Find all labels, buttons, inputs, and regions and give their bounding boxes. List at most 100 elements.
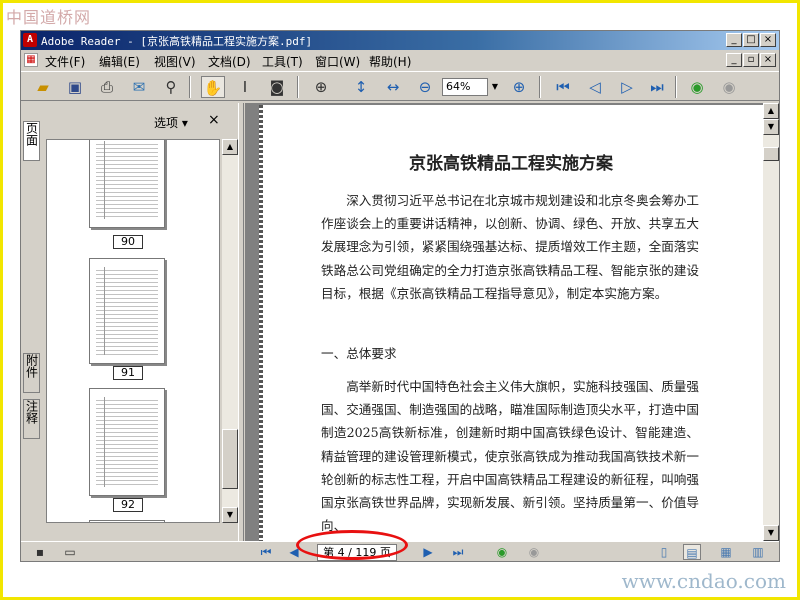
scroll-down-icon[interactable]: ▼ [763,119,779,135]
go-forward-icon[interactable]: ◉ [717,76,741,98]
page-thumbnail-91[interactable] [89,258,165,364]
watermark-bottom: www.cndao.com [621,569,786,593]
continuous-icon[interactable]: ▤ [683,544,701,560]
single-page-icon[interactable]: ▯ [655,544,673,560]
chevron-down-icon: ▾ [181,116,188,130]
facing-icon[interactable]: ▦ [717,544,735,560]
options-label: 选项 [154,116,179,130]
last-page-icon[interactable]: ⏭ [645,76,669,98]
status-bar: ▪ ▭ ⏮ ◀ 第 4 / 119 页 ▶ ⏭ ◉ ◉ ▯ ▤ ▦ ▥ [21,541,779,561]
thumbnail-content [96,141,158,219]
save-icon[interactable]: ▣ [63,76,87,98]
zoom-level-input[interactable]: 64% [442,78,488,96]
section-heading: 一、总体要求 [321,346,397,361]
close-icon[interactable]: × [208,112,220,128]
nav-pane-header: 选项 ▾ × [42,103,238,133]
print-icon[interactable]: ⎙ [95,76,119,98]
first-page-icon[interactable]: ⏮ [551,76,575,98]
adobe-reader-icon: A [23,33,37,47]
menu-file[interactable]: 文件(F) [45,53,85,70]
thumbnail-list[interactable]: 90 91 92 [46,139,220,523]
minimize-button[interactable]: _ [726,33,742,47]
prev-page-icon[interactable]: ◀ [285,544,303,560]
open-folder-icon[interactable]: ▰ [31,76,55,98]
tab-pages-label: 页面 [24,122,39,146]
thumbnail-content [96,267,158,355]
options-dropdown[interactable]: 选项 ▾ [154,114,188,131]
doc-restore-button[interactable]: ▫ [743,53,759,67]
zoom-in-icon[interactable]: ⊕ [309,76,333,98]
tab-pages[interactable]: 页面 [23,121,40,161]
tab-attachments[interactable]: 附件 [23,353,40,393]
fit-page-icon[interactable]: ↕ [349,76,373,98]
menu-edit[interactable]: 编辑(E) [99,53,140,70]
zoom-out-icon[interactable]: ⊖ [413,76,437,98]
window-title: Adobe Reader - [京张高铁精品工程实施方案.pdf] [41,35,313,48]
scroll-down-icon[interactable]: ▼ [763,525,779,541]
document-view[interactable]: 京张高铁精品工程实施方案 深入贯彻习近平总书记在北京城市规划建设和北京冬奥会筹办… [245,103,763,541]
search-binoculars-icon[interactable]: ⚲ [159,76,183,98]
doc-close-button[interactable]: × [760,53,776,67]
title-bar[interactable]: A Adobe Reader - [京张高铁精品工程实施方案.pdf] _ □ … [21,31,779,50]
scrollbar-thumb[interactable] [763,147,779,161]
menu-view[interactable]: 视图(V) [154,53,196,70]
continuous-facing-icon[interactable]: ▥ [749,544,767,560]
close-button[interactable]: × [760,33,776,47]
next-page-icon[interactable]: ▶ [419,544,437,560]
first-page-icon[interactable]: ⏮ [257,544,275,560]
thumbnail-label: 90 [113,235,143,249]
thumbnail-content [104,141,105,219]
pdf-page: 京张高铁精品工程实施方案 深入贯彻习近平总书记在北京城市规划建设和北京冬奥会筹办… [259,105,763,541]
scroll-up-icon[interactable]: ▲ [222,139,238,155]
last-page-icon[interactable]: ⏭ [449,544,467,560]
scrollbar-thumb[interactable] [222,429,238,489]
go-forward-icon[interactable]: ◉ [525,544,543,560]
side-tab-strip: 页面 附件 注释 [21,103,41,541]
select-text-icon[interactable]: Ⅰ [233,76,257,98]
page-thumbnail-93[interactable] [89,520,165,522]
menu-document[interactable]: 文档(D) [208,53,251,70]
toolbar-separator [297,76,299,98]
panel-toggle-icon[interactable]: ▭ [61,544,79,560]
next-page-icon[interactable]: ▷ [615,76,639,98]
email-icon[interactable]: ✉ [127,76,151,98]
tab-comments-label: 注释 [24,400,39,424]
page-thumbnails-pane: 选项 ▾ × 90 91 92 ▲ ▼ [42,103,238,541]
reader-window: A Adobe Reader - [京张高铁精品工程实施方案.pdf] _ □ … [20,30,780,562]
toolbar-separator [675,76,677,98]
maximize-button[interactable]: □ [743,33,759,47]
zoom-in-plus-icon[interactable]: ⊕ [507,76,531,98]
chevron-down-icon[interactable]: ▼ [489,78,501,96]
thumbnail-label: 92 [113,498,143,512]
thumbnail-label: 91 [113,366,143,380]
watermark-top: 中国道桥网 [6,8,92,27]
hand-tool-icon[interactable]: ✋ [201,76,225,98]
snapshot-icon[interactable]: ◙ [265,76,289,98]
document-scrollbar[interactable]: ▲ ▼ ▼ [763,103,779,541]
toolbar-separator [539,76,541,98]
scroll-down-icon[interactable]: ▼ [222,507,238,523]
page-layout-icon[interactable]: ▪ [31,544,49,560]
paragraph-requirements: 高举新时代中国特色社会主义伟大旗帜，实施科技强国、质量强国、交通强国、制造强国的… [321,379,699,534]
scroll-up-icon[interactable]: ▲ [763,103,779,119]
page-thumbnail-92[interactable] [89,388,165,496]
prev-page-icon[interactable]: ◁ [583,76,607,98]
tab-attachments-label: 附件 [24,354,39,378]
fit-width-icon[interactable]: ↔ [381,76,405,98]
menu-tools[interactable]: 工具(T) [262,53,303,70]
menu-help[interactable]: 帮助(H) [369,53,411,70]
page-thumbnail-90[interactable] [89,140,165,228]
menu-window[interactable]: 窗口(W) [315,53,360,70]
go-back-icon[interactable]: ◉ [493,544,511,560]
toolbar: ▰ ▣ ⎙ ✉ ⚲ ✋ Ⅰ ◙ ⊕ ↕ ↔ ⊖ 64% ▼ ⊕ ⏮ ◁ ▷ ⏭ … [21,71,779,101]
doc-minimize-button[interactable]: _ [726,53,742,67]
tab-comments[interactable]: 注释 [23,399,40,439]
thumbnail-content [96,397,158,487]
thumbnail-scrollbar[interactable]: ▲ ▼ [222,139,238,523]
document-menu-icon[interactable]: ▦ [24,53,38,67]
page-number-field[interactable]: 第 4 / 119 页 [317,544,397,561]
paragraph-intro: 深入贯彻习近平总书记在北京城市规划建设和北京冬奥会筹办工作座谈会上的重要讲话精神… [321,193,699,301]
go-back-icon[interactable]: ◉ [685,76,709,98]
menu-bar: ▦ 文件(F) 编辑(E) 视图(V) 文档(D) 工具(T) 窗口(W) 帮助… [21,50,779,70]
pane-splitter[interactable] [238,103,244,541]
